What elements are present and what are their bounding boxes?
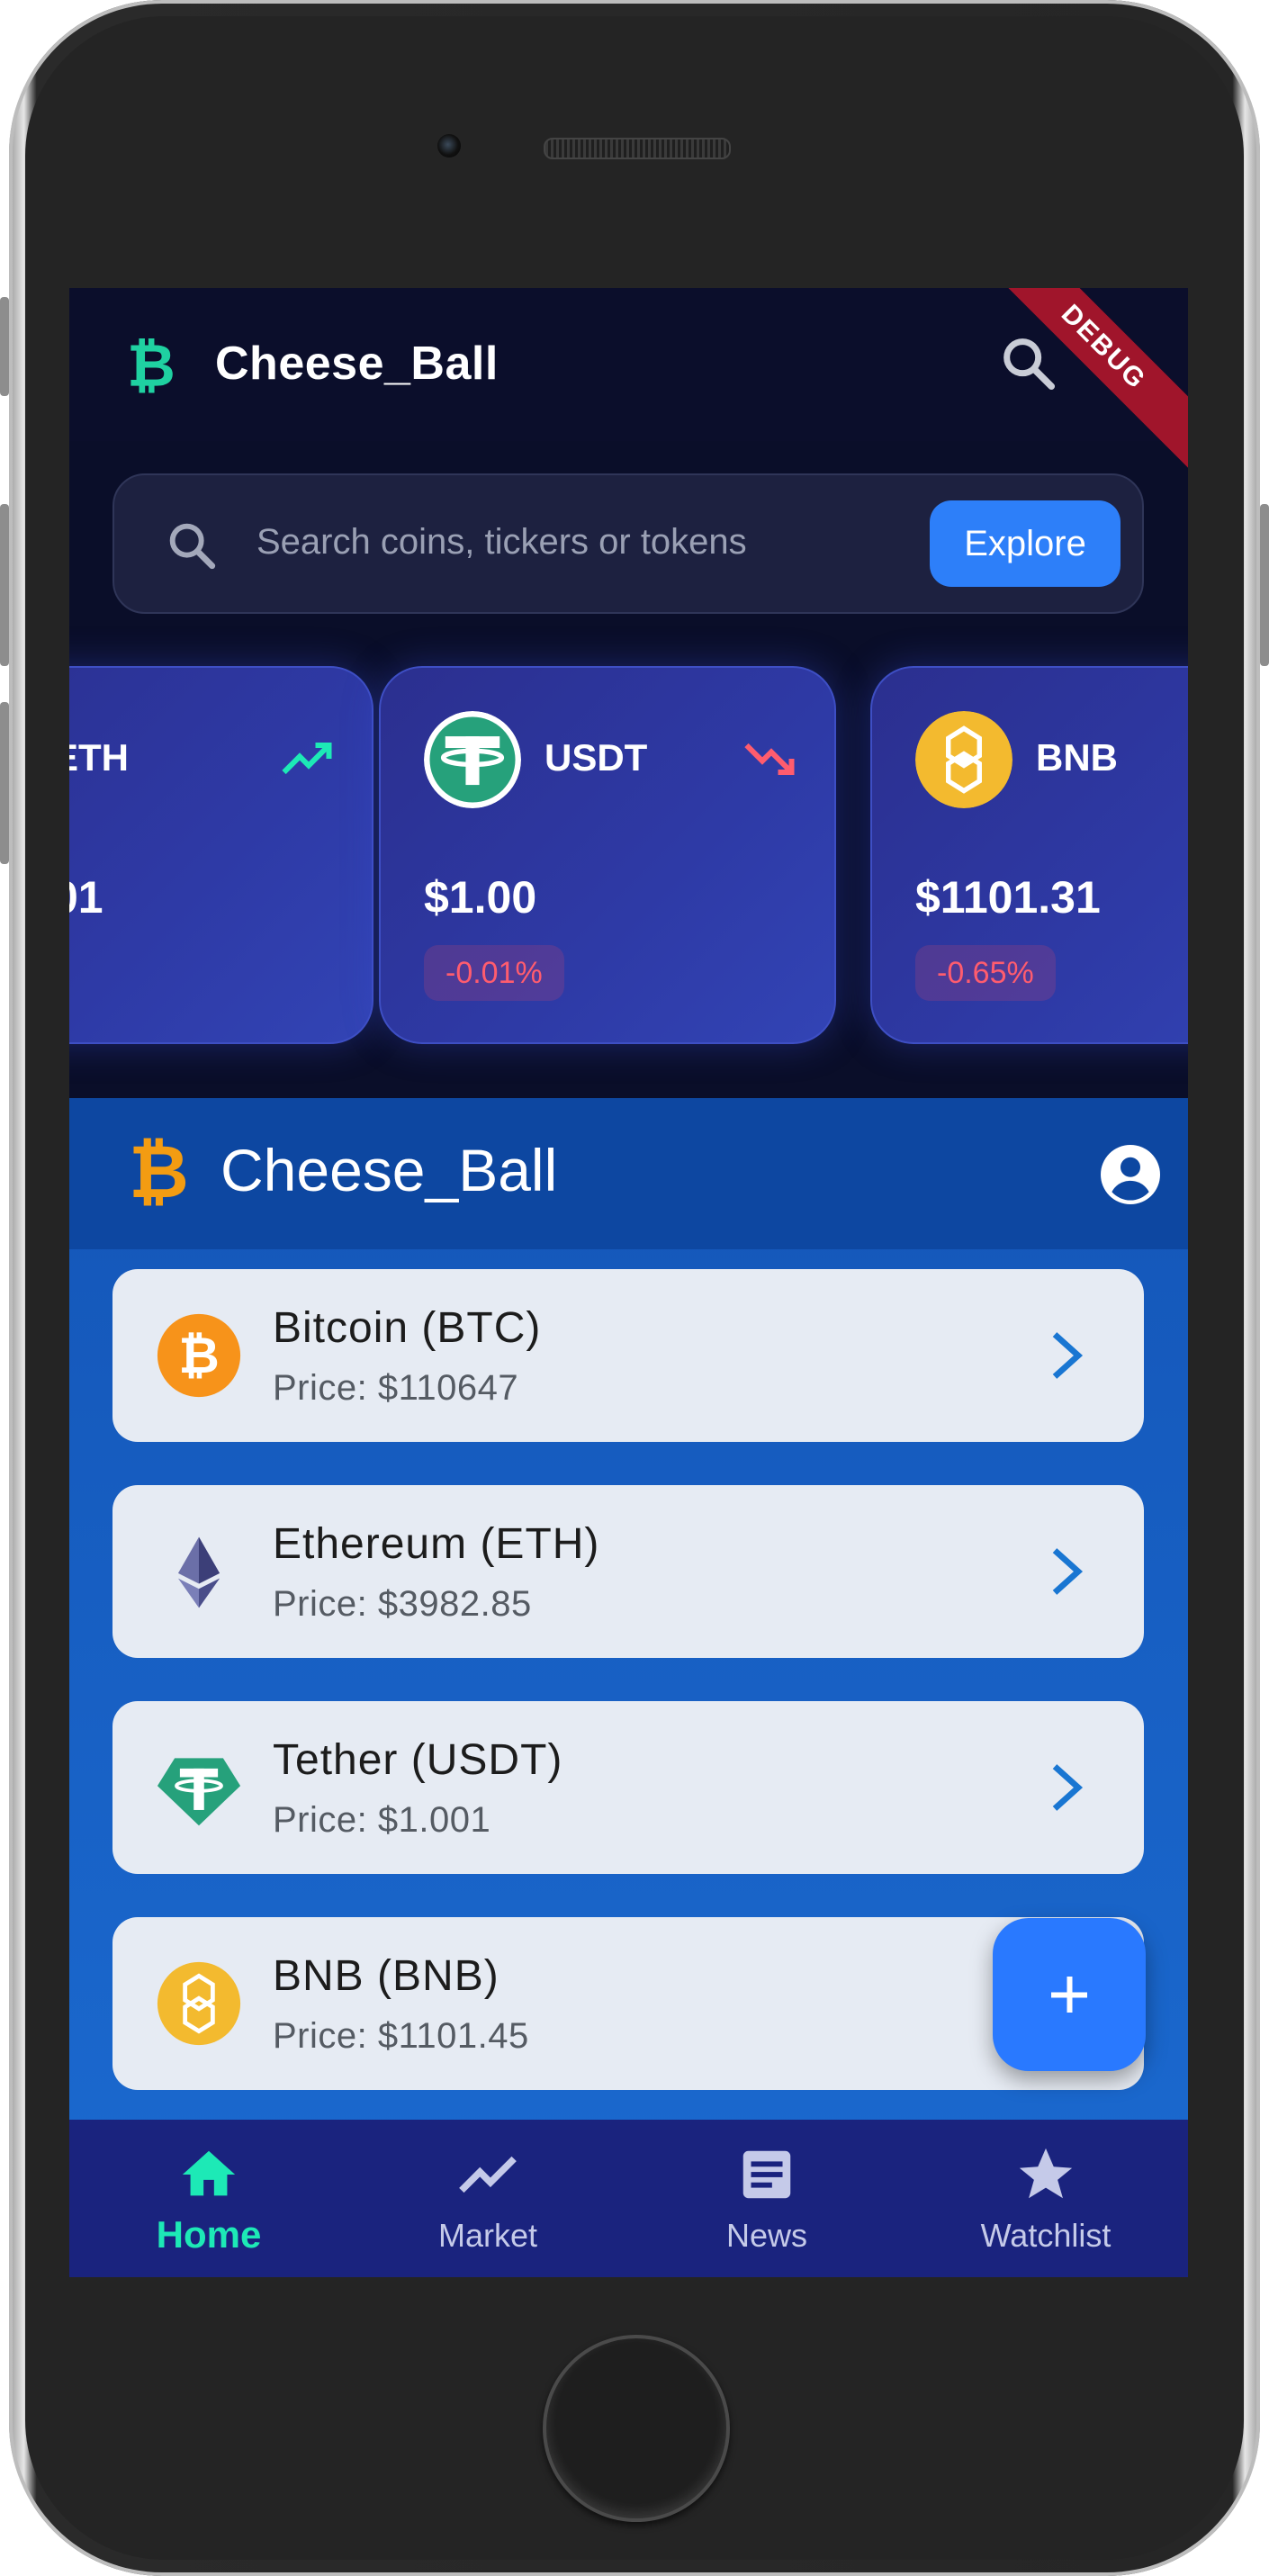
list-item-tether[interactable]: Tether (USDT) Price: $1.001 xyxy=(112,1701,1144,1874)
search-icon[interactable] xyxy=(996,331,1059,394)
nav-item-news[interactable]: News xyxy=(627,2120,906,2277)
chevron-right-icon[interactable] xyxy=(1043,1759,1090,1816)
trending-up-icon xyxy=(282,743,332,775)
nav-item-home[interactable]: Home xyxy=(69,2120,348,2277)
list-item-bitcoin[interactable]: ₿ Bitcoin (BTC) Price: $110647 xyxy=(112,1269,1144,1442)
svg-text:₿: ₿ xyxy=(178,1327,219,1385)
home-button[interactable] xyxy=(543,2335,730,2522)
app-screen: ₿ Cheese_Ball DEBUG Search coins, ticker… xyxy=(69,288,1188,2277)
account-icon[interactable] xyxy=(1101,1145,1160,1204)
nav-item-market[interactable]: Market xyxy=(348,2120,627,2277)
nav-label: Watchlist xyxy=(980,2217,1112,2254)
top-app-bar: ₿ Cheese_Ball DEBUG xyxy=(69,288,1188,487)
nav-label: News xyxy=(725,2217,808,2254)
bitcoin-logo-icon: ₿ xyxy=(129,1131,189,1213)
coin-card-eth[interactable]: ETH 01 xyxy=(69,666,374,1044)
chevron-right-icon[interactable] xyxy=(1043,1327,1090,1384)
search-input[interactable]: Search coins, tickers or tokens xyxy=(256,522,747,563)
coin-name: Ethereum (ETH) xyxy=(273,1520,600,1568)
coin-name: Tether (USDT) xyxy=(273,1736,563,1784)
coin-price: Price: $1101.45 xyxy=(273,2016,529,2056)
app-title: Cheese_Ball xyxy=(215,338,499,390)
nav-label: Home xyxy=(156,2213,262,2256)
coin-price: Price: $3982.85 xyxy=(273,1584,532,1624)
bottom-navigation: Home Market News Watchlist xyxy=(69,2120,1188,2277)
coin-name: Bitcoin (BTC) xyxy=(273,1304,542,1352)
ethereum-icon xyxy=(177,1536,220,1608)
trending-icon xyxy=(459,2156,517,2193)
coin-card-price: $1101.31 xyxy=(915,872,1101,923)
coin-card-change: -0.01% xyxy=(424,945,564,1001)
coin-card-symbol: USDT xyxy=(544,736,648,779)
phone-volume-down xyxy=(0,702,9,864)
bitcoin-logo-icon: ₿ xyxy=(127,332,176,399)
coin-name: BNB (BNB) xyxy=(273,1952,500,2000)
bnb-icon xyxy=(915,711,1012,808)
plus-icon xyxy=(1051,1977,1087,2013)
coin-card-price: $1.00 xyxy=(424,872,537,923)
nav-label: Market xyxy=(437,2217,538,2254)
list-item-ethereum[interactable]: Ethereum (ETH) Price: $3982.85 xyxy=(112,1485,1144,1658)
section-title: Cheese_Ball xyxy=(220,1137,558,1203)
home-icon xyxy=(182,2150,236,2196)
bnb-icon xyxy=(157,1961,241,2046)
tether-icon xyxy=(424,711,521,808)
add-button[interactable] xyxy=(993,1918,1146,2071)
tether-icon xyxy=(157,1758,241,1826)
explore-button[interactable]: Explore xyxy=(930,500,1120,587)
front-camera xyxy=(437,134,461,158)
coin-card-bnb[interactable]: BNB $1101.31 -0.65% xyxy=(870,666,1188,1044)
coin-price: Price: $110647 xyxy=(273,1368,519,1408)
chevron-right-icon[interactable] xyxy=(1043,1543,1090,1600)
list-item-bnb[interactable]: BNB (BNB) Price: $1101.45 xyxy=(112,1917,1144,2090)
phone-silent-switch xyxy=(0,297,9,396)
coin-card-symbol: BNB xyxy=(1036,736,1118,779)
earpiece-speaker xyxy=(544,138,731,159)
coin-list-section: ₿ Cheese_Ball ₿ Bitcoin (BTC) Price: $11… xyxy=(69,1098,1188,2277)
trending-down-icon xyxy=(744,743,795,775)
coin-price: Price: $1.001 xyxy=(273,1800,491,1840)
search-bar[interactable]: Search coins, tickers or tokens Explore xyxy=(112,473,1144,614)
search-icon xyxy=(169,523,216,570)
coin-card-change: -0.65% xyxy=(915,945,1056,1001)
secondary-app-bar: ₿ Cheese_Ball xyxy=(69,1098,1188,1249)
star-icon xyxy=(1019,2148,1073,2199)
coin-card-symbol: ETH xyxy=(69,736,129,779)
news-icon xyxy=(742,2150,791,2199)
coin-carousel[interactable]: ETH 01 USDT $1.00 -0.01% xyxy=(69,666,1188,1062)
coin-card-price: 01 xyxy=(69,872,104,923)
coin-card-usdt[interactable]: USDT $1.00 -0.01% xyxy=(379,666,836,1044)
phone-power-button xyxy=(1260,504,1269,666)
phone-volume-up xyxy=(0,504,9,666)
bitcoin-icon: ₿ xyxy=(157,1313,241,1398)
nav-item-watchlist[interactable]: Watchlist xyxy=(906,2120,1185,2277)
